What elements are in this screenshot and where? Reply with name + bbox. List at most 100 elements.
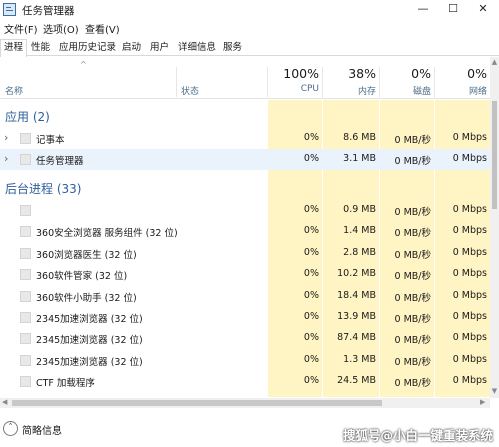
disk-value: 0 MB/秒 xyxy=(394,228,431,239)
process-row[interactable]: 0% 0.9 MB 0 MB/秒 0 Mbps xyxy=(0,200,490,221)
scroll-left-arrow-icon[interactable]: ◀ xyxy=(2,398,7,406)
process-icon xyxy=(20,312,31,323)
notepad-icon xyxy=(20,133,31,144)
cpu-value: 0% xyxy=(303,225,319,236)
network-value: 0 Mbps xyxy=(452,332,487,343)
cpu-value: 0% xyxy=(303,290,319,301)
column-cpu[interactable]: CPU xyxy=(268,84,319,94)
memory-value: 1.4 MB xyxy=(343,225,376,236)
process-row[interactable]: › 记事本 0% 8.6 MB 0 MB/秒 0 Mbps xyxy=(0,128,490,149)
process-row[interactable]: 2345加速浏览器 (32 位) 0% 87.4 MB 0 MB/秒 0 Mbp… xyxy=(0,328,490,349)
process-name: 2345加速浏览器 (32 位) xyxy=(36,314,143,325)
scroll-right-arrow-icon[interactable]: ▶ xyxy=(480,398,485,406)
maximize-button[interactable]: ☐ xyxy=(438,0,468,20)
process-icon xyxy=(20,248,31,259)
scroll-down-arrow-icon[interactable]: ▼ xyxy=(490,387,499,395)
scroll-up-arrow-icon[interactable]: ▲ xyxy=(490,58,499,66)
disk-value: 0 MB/秒 xyxy=(394,293,431,304)
watermark-text: 搜狐号@小白一键重装系统 xyxy=(343,428,494,443)
process-row[interactable]: 2345加速浏览器 (32 位) 0% 13.9 MB 0 MB/秒 0 Mbp… xyxy=(0,307,490,328)
window-title: 任务管理器 xyxy=(22,5,75,17)
process-row[interactable]: 2345加速浏览器 (32 位) 0% 1.3 MB 0 MB/秒 0 Mbps xyxy=(0,350,490,371)
memory-value: 18.4 MB xyxy=(337,290,376,301)
title-bar: 任务管理器 — ☐ ✕ xyxy=(0,0,499,20)
memory-value: 8.6 MB xyxy=(343,132,376,143)
expand-chevron-icon[interactable]: › xyxy=(4,131,8,144)
disk-value: 0 MB/秒 xyxy=(394,378,431,389)
memory-value: 87.4 MB xyxy=(337,332,376,343)
process-row[interactable]: 360安全浏览器 服务组件 (32 位) 0% 1.4 MB 0 MB/秒 0 … xyxy=(0,221,490,242)
cpu-percent[interactable]: 100% xyxy=(268,66,319,81)
process-row[interactable]: 360软件小助手 (32 位) 0% 18.4 MB 0 MB/秒 0 Mbps xyxy=(0,286,490,307)
tab-startup[interactable]: 启动 xyxy=(118,39,145,56)
process-row[interactable]: › 任务管理器 0% 3.1 MB 0 MB/秒 0 Mbps xyxy=(0,149,490,170)
tab-details[interactable]: 详细信息 xyxy=(174,39,220,56)
network-value: 0 Mbps xyxy=(452,375,487,386)
process-name: 360浏览器医生 (32 位) xyxy=(36,250,137,261)
horizontal-scrollbar[interactable]: ◀ ▶ xyxy=(0,398,490,408)
memory-value: 3.1 MB xyxy=(343,153,376,164)
minimize-button[interactable]: — xyxy=(408,0,438,20)
process-icon xyxy=(20,269,31,280)
column-disk[interactable]: 磁盘 xyxy=(380,84,431,97)
process-name: 记事本 xyxy=(36,135,65,146)
memory-percent[interactable]: 38% xyxy=(323,66,376,81)
network-value: 0 Mbps xyxy=(452,311,487,322)
disk-value: 0 MB/秒 xyxy=(394,250,431,261)
tab-services[interactable]: 服务 xyxy=(219,39,246,56)
process-row[interactable]: CTF 加载程序 0% 24.5 MB 0 MB/秒 0 Mbps xyxy=(0,371,490,392)
task-manager-icon xyxy=(3,3,16,16)
disk-percent[interactable]: 0% xyxy=(380,66,431,81)
column-network[interactable]: 网络 xyxy=(435,84,487,97)
network-value: 0 Mbps xyxy=(452,204,487,215)
tab-app-history[interactable]: 应用历史记录 xyxy=(55,39,120,56)
group-heading-background: 后台进程 (33) xyxy=(5,182,82,196)
column-divider[interactable] xyxy=(176,67,177,97)
disk-value: 0 MB/秒 xyxy=(394,156,431,167)
network-percent[interactable]: 0% xyxy=(435,66,487,81)
process-icon xyxy=(20,355,31,366)
disk-value: 0 MB/秒 xyxy=(394,314,431,325)
tab-users[interactable]: 用户 xyxy=(146,39,173,56)
tab-processes[interactable]: 进程 xyxy=(0,39,28,57)
column-status[interactable]: 状态 xyxy=(181,84,199,97)
process-icon xyxy=(20,226,31,237)
cpu-value: 0% xyxy=(303,332,319,343)
vertical-scrollbar[interactable]: ▲ ▼ xyxy=(490,57,499,398)
memory-value: 24.5 MB xyxy=(337,375,376,386)
cpu-value: 0% xyxy=(303,247,319,258)
process-row[interactable]: 360浏览器医生 (32 位) 0% 2.8 MB 0 MB/秒 0 Mbps xyxy=(0,243,490,264)
group-heading-apps: 应用 (2) xyxy=(5,110,50,124)
network-value: 0 Mbps xyxy=(452,225,487,236)
sort-up-icon: ^ xyxy=(80,60,87,69)
process-name: 360软件管家 (32 位) xyxy=(36,271,128,282)
memory-value: 0.9 MB xyxy=(343,204,376,215)
network-value: 0 Mbps xyxy=(452,132,487,143)
disk-value: 0 MB/秒 xyxy=(394,207,431,218)
network-value: 0 Mbps xyxy=(452,153,487,164)
network-value: 0 Mbps xyxy=(452,247,487,258)
column-memory[interactable]: 内存 xyxy=(323,84,376,97)
memory-value: 13.9 MB xyxy=(337,311,376,322)
brief-info-link[interactable]: 简略信息 xyxy=(22,422,62,437)
process-name: 2345加速浏览器 (32 位) xyxy=(36,357,143,368)
menu-options[interactable]: 选项(O) xyxy=(43,21,79,36)
process-icon xyxy=(20,205,31,216)
network-value: 0 Mbps xyxy=(452,268,487,279)
status-bar: ˄ 简略信息 搜狐号@小白一键重装系统 xyxy=(0,417,499,447)
tab-bar: 进程 性能 应用历史记录 启动 用户 详细信息 服务 xyxy=(0,38,499,57)
horizontal-scroll-thumb[interactable] xyxy=(12,400,382,406)
column-name[interactable]: 名称 xyxy=(5,84,23,97)
process-row[interactable]: 360软件管家 (32 位) 0% 10.2 MB 0 MB/秒 0 Mbps xyxy=(0,264,490,285)
menu-view[interactable]: 查看(V) xyxy=(85,21,120,36)
collapse-details-icon[interactable]: ˄ xyxy=(3,421,18,436)
task-manager-app-icon xyxy=(20,154,31,165)
process-name: CTF 加载程序 xyxy=(36,378,95,389)
scroll-thumb[interactable] xyxy=(492,101,497,209)
menu-file[interactable]: 文件(F) xyxy=(4,21,38,36)
expand-chevron-icon[interactable]: › xyxy=(4,152,8,165)
network-value: 0 Mbps xyxy=(452,290,487,301)
close-button[interactable]: ✕ xyxy=(468,0,498,20)
tab-performance[interactable]: 性能 xyxy=(27,39,54,56)
process-name: 360安全浏览器 服务组件 (32 位) xyxy=(36,228,178,239)
